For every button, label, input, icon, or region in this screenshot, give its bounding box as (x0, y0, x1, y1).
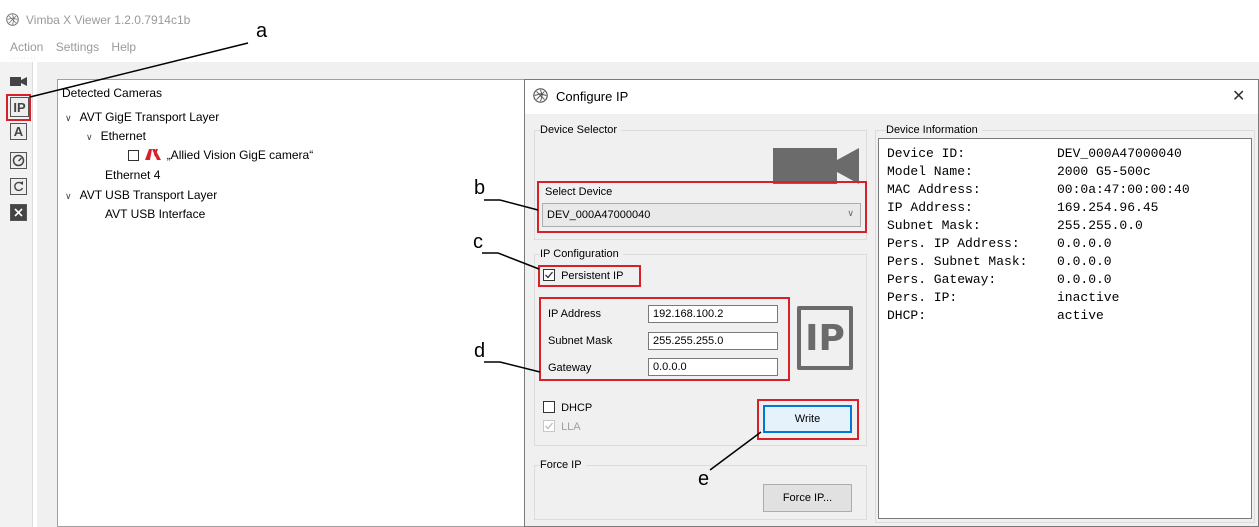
callout-line-c2 (497, 252, 540, 270)
callout-line-b2 (499, 199, 539, 211)
callout-b: b (474, 177, 486, 199)
callout-a: a (256, 20, 268, 42)
callout-line-d2 (499, 361, 541, 373)
callout-d: d (474, 340, 486, 362)
callout-line-e (709, 431, 762, 471)
callout-c: c (473, 231, 483, 253)
callout-e: e (698, 468, 710, 490)
callout-line-a (29, 42, 249, 98)
callout-lines (29, 42, 762, 471)
